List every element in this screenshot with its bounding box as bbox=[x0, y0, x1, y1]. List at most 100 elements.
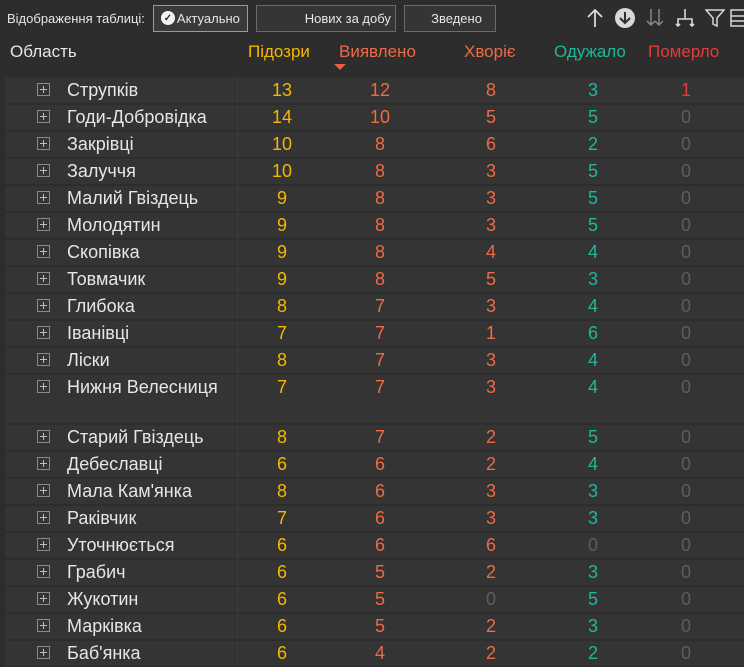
expand-plus-icon[interactable] bbox=[37, 110, 50, 123]
table-row[interactable]: Глибока 8 7 3 4 0 bbox=[0, 293, 744, 320]
expand-plus-icon[interactable] bbox=[37, 191, 50, 204]
cell-recovered: 4 bbox=[587, 454, 598, 474]
table-row[interactable]: Ліски 8 7 3 4 0 bbox=[0, 347, 744, 374]
column-separator bbox=[237, 158, 238, 185]
column-suspected[interactable]: Підозри bbox=[248, 42, 310, 62]
cell-suspected: 9 bbox=[276, 269, 287, 289]
arrow-down-circle-icon[interactable] bbox=[610, 4, 640, 32]
cell-detected: 10 bbox=[369, 107, 391, 127]
region-name: Молодятин bbox=[67, 215, 161, 235]
region-name: Старий Гвіздець bbox=[67, 427, 204, 447]
cell-recovered: 5 bbox=[587, 188, 598, 208]
cell-sick: 6 bbox=[485, 535, 496, 555]
expand-plus-icon[interactable] bbox=[37, 457, 50, 470]
cell-suspected: 8 bbox=[276, 427, 287, 447]
actual-mode-button[interactable]: ✓ Актуально bbox=[152, 4, 248, 32]
table-row[interactable]: Молодятин 9 8 3 5 0 bbox=[0, 212, 744, 239]
cell-detected: 8 bbox=[374, 242, 385, 262]
expand-plus-icon[interactable] bbox=[37, 326, 50, 339]
table-row[interactable]: Товмачик 9 8 5 3 0 bbox=[0, 266, 744, 293]
expand-plus-icon[interactable] bbox=[37, 592, 50, 605]
expand-plus-icon[interactable] bbox=[37, 299, 50, 312]
region-name: Закрівці bbox=[67, 134, 134, 154]
region-name: Іванівці bbox=[67, 323, 130, 343]
table-row[interactable]: Закрівці 10 8 6 2 0 bbox=[0, 131, 744, 158]
expand-plus-icon[interactable] bbox=[37, 511, 50, 524]
table-row[interactable]: Уточнюється 6 6 6 0 0 bbox=[0, 532, 744, 559]
column-region[interactable]: Область bbox=[10, 42, 77, 62]
cell-deaths: 0 bbox=[680, 427, 691, 447]
cell-recovered: 5 bbox=[587, 215, 598, 235]
table-row[interactable]: Залуччя 10 8 3 5 0 bbox=[0, 158, 744, 185]
cell-detected: 7 bbox=[374, 350, 385, 370]
region-name: Малий Гвіздець bbox=[67, 188, 199, 208]
table-row[interactable]: Годи-Добровідка 14 10 5 5 0 bbox=[0, 104, 744, 131]
cell-deaths: 0 bbox=[680, 269, 691, 289]
expand-plus-icon[interactable] bbox=[37, 272, 50, 285]
table-row[interactable]: Малий Гвіздець 9 8 3 5 0 bbox=[0, 185, 744, 212]
column-separator bbox=[237, 613, 238, 640]
expand-plus-icon[interactable] bbox=[37, 484, 50, 497]
column-sick[interactable]: Хворіє bbox=[464, 42, 516, 62]
expand-plus-icon[interactable] bbox=[37, 538, 50, 551]
expand-plus-icon[interactable] bbox=[37, 353, 50, 366]
cell-suspected: 9 bbox=[276, 188, 287, 208]
cell-recovered: 5 bbox=[587, 427, 598, 447]
table-row[interactable]: Іванівці 7 7 1 6 0 bbox=[0, 320, 744, 347]
table-row[interactable]: Грабич 6 5 2 3 0 bbox=[0, 559, 744, 586]
export-icon[interactable] bbox=[730, 4, 744, 32]
cell-suspected: 7 bbox=[276, 508, 287, 528]
cell-deaths: 0 bbox=[680, 350, 691, 370]
cell-deaths: 0 bbox=[680, 161, 691, 181]
table-row[interactable]: Нижня Велесниця 7 7 3 4 0 bbox=[0, 374, 744, 424]
table-row[interactable]: Струпків 13 12 8 3 1 bbox=[0, 77, 744, 104]
column-separator bbox=[237, 77, 238, 104]
tree-collapse-icon[interactable] bbox=[670, 4, 700, 32]
table-row[interactable]: Дебеславці 6 6 2 4 0 bbox=[0, 451, 744, 478]
table-row[interactable]: Скопівка 9 8 4 4 0 bbox=[0, 239, 744, 266]
expand-plus-icon[interactable] bbox=[37, 619, 50, 632]
cell-detected: 6 bbox=[374, 508, 385, 528]
table-row[interactable]: Марківка 6 5 2 3 0 bbox=[0, 613, 744, 640]
region-name: Нижня Велесниця bbox=[67, 377, 218, 397]
table-row[interactable]: Старий Гвіздець 8 7 2 5 0 bbox=[0, 424, 744, 451]
sort-icon[interactable] bbox=[640, 4, 670, 32]
column-separator bbox=[237, 347, 238, 374]
expand-plus-icon[interactable] bbox=[37, 137, 50, 150]
expand-plus-icon[interactable] bbox=[37, 83, 50, 96]
column-deaths[interactable]: Померло bbox=[648, 42, 719, 62]
summary-button[interactable]: Зведено bbox=[403, 4, 496, 32]
arrow-up-icon[interactable] bbox=[580, 4, 610, 32]
column-separator bbox=[237, 266, 238, 293]
cell-suspected: 6 bbox=[276, 589, 287, 609]
cell-deaths: 1 bbox=[680, 80, 691, 100]
filter-icon[interactable] bbox=[700, 4, 730, 32]
column-recovered[interactable]: Одужало bbox=[554, 42, 626, 62]
cell-sick: 1 bbox=[485, 323, 496, 343]
cell-deaths: 0 bbox=[680, 508, 691, 528]
expand-plus-icon[interactable] bbox=[37, 245, 50, 258]
new-per-day-button[interactable]: Нових за добу bbox=[255, 4, 396, 32]
expand-plus-icon[interactable] bbox=[37, 430, 50, 443]
column-detected[interactable]: Виявлено bbox=[339, 42, 416, 62]
cell-sick: 3 bbox=[485, 350, 496, 370]
table-row[interactable]: Жукотин 6 5 0 5 0 bbox=[0, 586, 744, 613]
cell-deaths: 0 bbox=[680, 481, 691, 501]
expand-plus-icon[interactable] bbox=[37, 565, 50, 578]
cell-sick: 3 bbox=[485, 481, 496, 501]
column-separator bbox=[237, 559, 238, 586]
cell-detected: 12 bbox=[369, 80, 391, 100]
expand-plus-icon[interactable] bbox=[37, 380, 50, 393]
cell-suspected: 7 bbox=[276, 323, 287, 343]
cell-deaths: 0 bbox=[680, 377, 691, 397]
expand-plus-icon[interactable] bbox=[37, 164, 50, 177]
cell-sick: 6 bbox=[485, 134, 496, 154]
region-name: Ліски bbox=[67, 350, 110, 370]
cell-detected: 6 bbox=[374, 454, 385, 474]
table-row[interactable]: Мала Кам'янка 8 6 3 3 0 bbox=[0, 478, 744, 505]
table-row[interactable]: Раківчик 7 6 3 3 0 bbox=[0, 505, 744, 532]
cell-deaths: 0 bbox=[680, 188, 691, 208]
expand-plus-icon[interactable] bbox=[37, 218, 50, 231]
column-separator bbox=[237, 451, 238, 478]
column-separator bbox=[237, 424, 238, 451]
